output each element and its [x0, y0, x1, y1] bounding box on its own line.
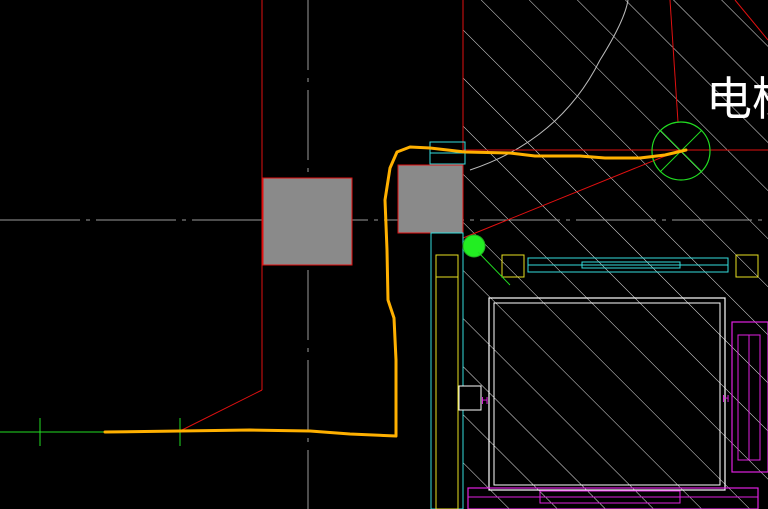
elevator-marker-left: H	[481, 396, 489, 407]
column-block-right	[397, 164, 464, 234]
room-label: 电梯	[706, 72, 768, 126]
green-circle-marker-small[interactable]	[462, 234, 486, 258]
elevator-button-panel	[458, 385, 482, 411]
cad-drawing-canvas[interactable]: H H 电梯	[0, 0, 768, 509]
elevator-marker-right: H	[722, 394, 730, 405]
column-block-left	[262, 177, 353, 266]
